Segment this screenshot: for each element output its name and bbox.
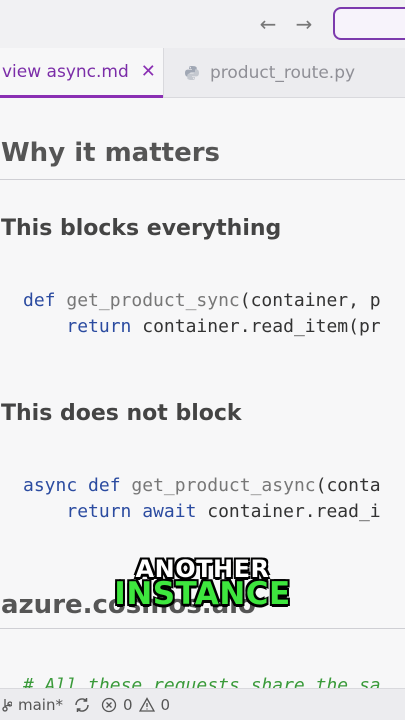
- warning-icon: [138, 696, 155, 712]
- forward-arrow-icon[interactable]: →: [292, 12, 316, 36]
- back-arrow-icon[interactable]: ←: [256, 12, 280, 36]
- heading-divider: [0, 179, 405, 180]
- code-comment: # All these requests share the sa: [23, 675, 381, 688]
- code-keyword: return await: [66, 501, 197, 522]
- problems-status[interactable]: 0 0: [101, 696, 170, 714]
- video-caption-line-2: INSTANCE: [114, 576, 291, 612]
- status-bar: main* 0 0: [0, 688, 405, 720]
- tab-product-route-py[interactable]: product_route.py: [163, 48, 405, 98]
- heading-this-blocks: This blocks everything: [1, 216, 282, 241]
- close-icon[interactable]: ✕: [141, 61, 156, 82]
- error-count: 0: [122, 695, 133, 714]
- code-block-sync: def get_product_sync(container, p return…: [23, 288, 381, 340]
- python-icon: [185, 66, 199, 80]
- heading-divider: [0, 628, 405, 629]
- sync-icon: [75, 697, 89, 712]
- heading-why-it-matters: Why it matters: [1, 138, 221, 168]
- sync-button[interactable]: [73, 697, 91, 713]
- code-keyword: async def: [23, 475, 121, 496]
- branch-name: main*: [18, 695, 63, 714]
- editor-tab-bar: view async.md ✕ product_route.py: [0, 48, 405, 98]
- code-block-async: async def get_product_async(conta return…: [23, 473, 381, 525]
- code-text: (container, p: [239, 290, 381, 311]
- title-bar: ← →: [0, 0, 405, 48]
- tab-view-async-md[interactable]: view async.md ✕: [0, 48, 163, 98]
- warning-count: 0: [160, 695, 171, 714]
- code-function-name: get_product_async: [131, 475, 316, 496]
- tab-label: product_route.py: [210, 63, 356, 83]
- tab-label: view async.md: [2, 61, 129, 82]
- code-text: container.read_i: [196, 501, 381, 522]
- code-keyword: return: [66, 316, 132, 337]
- git-branch-icon: [2, 698, 12, 712]
- code-keyword: def: [23, 290, 56, 311]
- git-branch-status[interactable]: main*: [2, 696, 63, 714]
- error-icon: [101, 697, 117, 712]
- code-function-name: get_product_sync: [66, 290, 240, 311]
- heading-does-not-block: This does not block: [1, 401, 242, 426]
- code-text: container.read_item(pr: [131, 316, 381, 337]
- command-center-search[interactable]: [333, 7, 405, 40]
- code-text: (conta: [315, 475, 381, 496]
